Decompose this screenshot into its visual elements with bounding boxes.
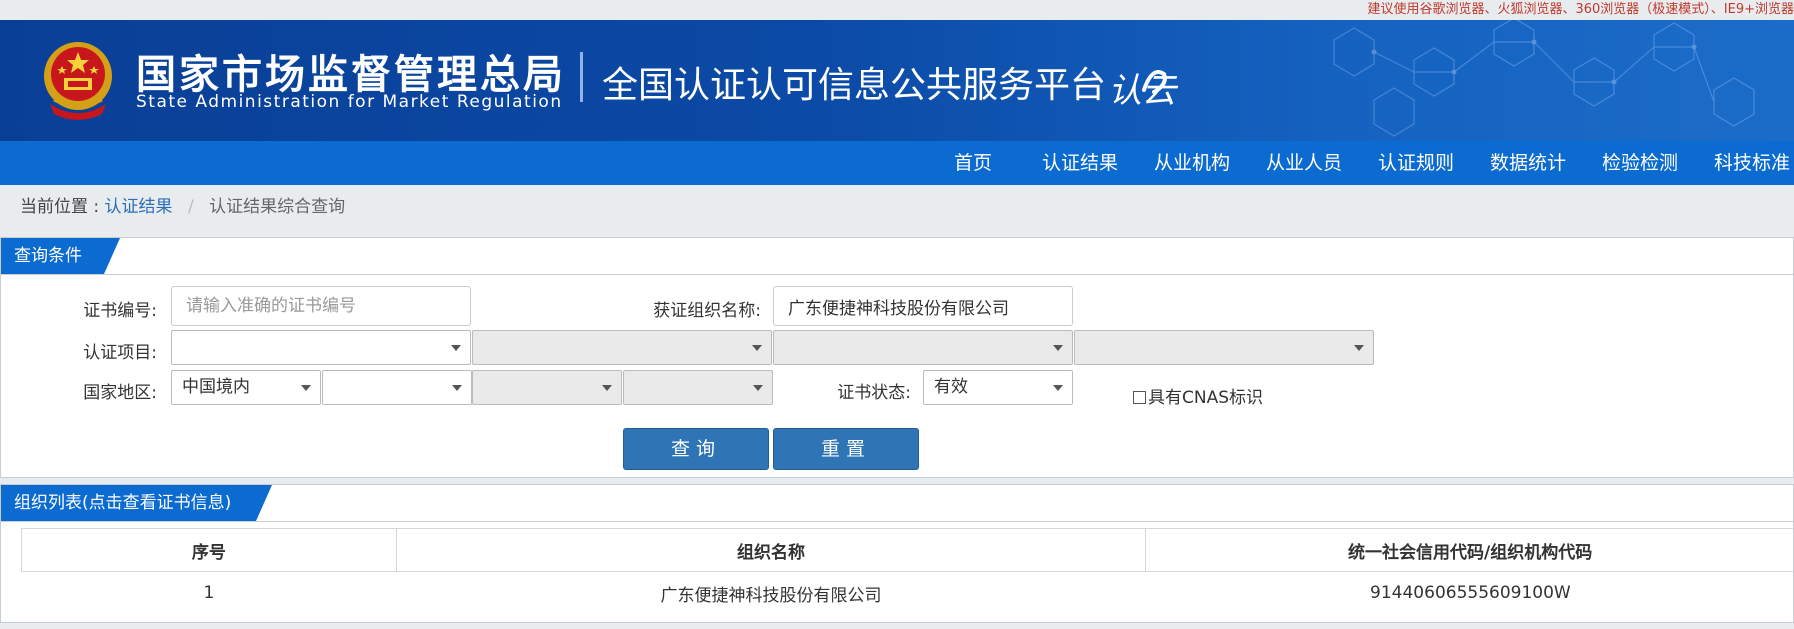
region-select-3[interactable]: [472, 370, 622, 405]
column-header-org-name: 组织名称: [395, 528, 1147, 572]
platform-title: 全国认证认可信息公共服务平台: [602, 65, 1107, 106]
table-row[interactable]: 1 广东便捷神科技股份有限公司 91440606555609100W: [22, 572, 1794, 615]
column-header-credit-code: 统一社会信用代码/组织机构代码: [1145, 528, 1794, 572]
breadcrumb-link-cert-results[interactable]: 认证结果: [105, 197, 173, 217]
region-label: 国家地区:: [83, 383, 157, 403]
nav-cert-results[interactable]: 认证结果: [1024, 141, 1136, 185]
cnas-checkbox-wrap[interactable]: 具有CNAS标识: [1133, 383, 1263, 408]
cnas-checkbox-label: 具有CNAS标识: [1148, 388, 1264, 408]
nav-testing[interactable]: 检验检测: [1584, 141, 1696, 185]
cert-project-select-3[interactable]: [773, 330, 1073, 365]
hexagon-pattern: [1333, 20, 1755, 137]
cell-credit-code: 91440606555609100W: [1370, 583, 1571, 603]
cert-status-select[interactable]: 有效: [923, 370, 1073, 405]
nav-home[interactable]: 首页: [922, 141, 1024, 185]
main-nav: 首页 认证结果 从业机构 从业人员 认证规则 数据统计 检验检测 科技标准: [0, 141, 1794, 185]
nav-personnel[interactable]: 从业人员: [1248, 141, 1360, 185]
cert-project-select-1[interactable]: [171, 330, 471, 365]
renyun-logo: 认云: [1108, 70, 1179, 111]
search-button[interactable]: 查询: [623, 428, 769, 470]
chevron-down-icon: [1053, 345, 1063, 351]
query-panel-header: 查询条件: [1, 238, 1793, 275]
cert-no-label: 证书编号:: [83, 301, 157, 321]
breadcrumb-current: 认证结果综合查询: [209, 197, 346, 217]
query-panel: 查询条件 证书编号: 获证组织名称: 认证项目: 国家地区: 中国境内 证书状态…: [0, 237, 1794, 478]
cert-status-label: 证书状态:: [837, 383, 911, 403]
cert-project-select-2[interactable]: [472, 330, 772, 365]
breadcrumb: 当前位置 : 认证结果 / 认证结果综合查询: [20, 192, 345, 217]
chevron-down-icon: [1354, 345, 1364, 351]
nav-cert-rules[interactable]: 认证规则: [1360, 141, 1472, 185]
browser-notice: 建议使用谷歌浏览器、火狐浏览器、360浏览器（极速模式）、IE9+浏览器: [0, 0, 1794, 20]
header-banner: 国家市场监督管理总局 State Administration for Mark…: [0, 20, 1794, 141]
table-header-row: 序号 组织名称 统一社会信用代码/组织机构代码: [21, 528, 1794, 572]
region-select-2[interactable]: [322, 370, 472, 405]
reset-button[interactable]: 重置: [773, 428, 919, 470]
breadcrumb-prefix: 当前位置 :: [20, 197, 100, 217]
org-name-input[interactable]: [773, 286, 1073, 326]
chevron-down-icon: [753, 385, 763, 391]
cell-index: 1: [203, 583, 215, 603]
chevron-down-icon: [301, 385, 311, 391]
cell-org-name[interactable]: 广东便捷神科技股份有限公司: [396, 572, 1146, 615]
cert-no-input[interactable]: [171, 286, 471, 326]
org-list-panel: 组织列表(点击查看证书信息) 序号 组织名称 统一社会信用代码/组织机构代码 1…: [0, 484, 1794, 623]
org-name-label: 获证组织名称:: [653, 301, 761, 321]
region-selected-value: 中国境内: [182, 377, 250, 397]
chevron-down-icon: [602, 385, 612, 391]
column-header-index: 序号: [21, 528, 397, 572]
region-select-1[interactable]: 中国境内: [171, 370, 321, 405]
cert-status-selected-value: 有效: [934, 377, 968, 397]
national-emblem-icon: [44, 42, 112, 120]
chevron-down-icon: [452, 385, 462, 391]
nav-institutions[interactable]: 从业机构: [1136, 141, 1248, 185]
nav-standards[interactable]: 科技标准: [1696, 141, 1794, 185]
nav-statistics[interactable]: 数据统计: [1472, 141, 1584, 185]
query-panel-title: 查询条件: [1, 238, 120, 274]
org-list-panel-header: 组织列表(点击查看证书信息): [1, 485, 1793, 522]
region-select-4[interactable]: [623, 370, 773, 405]
chevron-down-icon: [752, 345, 762, 351]
chevron-down-icon: [1053, 385, 1063, 391]
header-divider: [580, 52, 583, 102]
agency-name-en: State Administration for Market Regulati…: [136, 92, 563, 112]
cert-project-label: 认证项目:: [83, 343, 157, 363]
breadcrumb-separator: /: [187, 197, 194, 217]
org-list-panel-title: 组织列表(点击查看证书信息): [1, 485, 272, 521]
chevron-down-icon: [451, 345, 461, 351]
org-list-table: 序号 组织名称 统一社会信用代码/组织机构代码 1 广东便捷神科技股份有限公司 …: [21, 528, 1794, 614]
cert-project-select-4[interactable]: [1074, 330, 1374, 365]
cnas-checkbox[interactable]: [1133, 391, 1146, 404]
